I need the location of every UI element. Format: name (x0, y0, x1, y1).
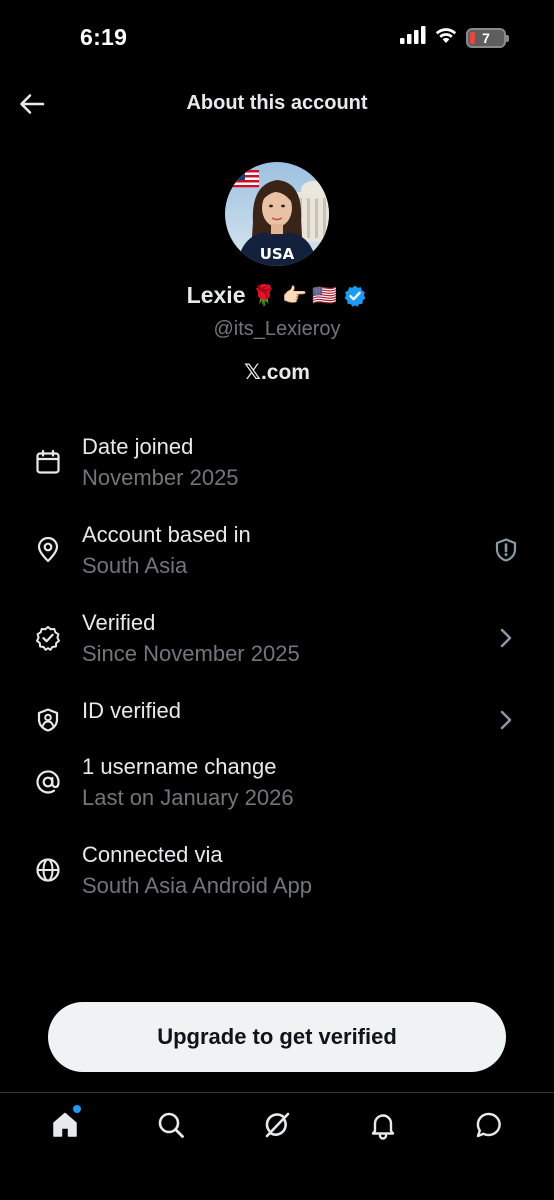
wifi-icon (434, 26, 458, 49)
shield-alert-icon[interactable] (492, 536, 520, 564)
nav-search[interactable] (141, 1093, 201, 1157)
verified-badge-outline-icon (34, 624, 62, 652)
chevron-right-icon (492, 624, 520, 652)
nav-home[interactable] (35, 1093, 95, 1157)
verified-value: Since November 2025 (82, 641, 300, 666)
battery-icon: 7 (466, 27, 509, 48)
nav-notifications[interactable] (353, 1093, 413, 1157)
verified-row[interactable]: Verified Since November 2025 (0, 606, 554, 694)
location-pin-icon (34, 536, 62, 564)
battery-level: 7 (482, 29, 490, 46)
chevron-right-icon (492, 706, 520, 734)
name-emojis: 🌹 👉🏻 🇺🇸 (251, 285, 338, 307)
date-joined-value: November 2025 (82, 465, 239, 490)
page-title: About this account (186, 92, 368, 114)
account-based-row: Account based in South Asia (0, 518, 554, 606)
at-sign-icon (34, 768, 62, 796)
handle: @its_Lexieroy (213, 318, 341, 340)
profile-avatar[interactable]: USA (225, 162, 329, 266)
status-icons: 7 (400, 26, 509, 49)
connected-via-value: South Asia Android App (82, 873, 312, 898)
bottom-nav (0, 1092, 554, 1200)
notifications-icon (371, 1114, 395, 1140)
cellular-signal-icon (400, 26, 426, 49)
id-verified-row[interactable]: ID verified (0, 694, 554, 750)
date-joined-label: Date joined (82, 434, 194, 459)
id-shield-icon (34, 706, 62, 734)
nav-messages[interactable] (459, 1093, 519, 1157)
notification-dot (73, 1105, 81, 1113)
connected-via-row: Connected via South Asia Android App (0, 838, 554, 926)
domain: 𝕏.com (244, 361, 310, 384)
calendar-icon (34, 448, 62, 476)
upgrade-button[interactable]: Upgrade to get verified (48, 1002, 506, 1072)
verified-label: Verified (82, 610, 156, 635)
username-change-row: 1 username change Last on January 2026 (0, 750, 554, 838)
status-bar: 6:19 7 (0, 0, 554, 76)
globe-icon (34, 856, 62, 884)
display-name: Lexie (186, 282, 246, 308)
username-change-value: Last on January 2026 (82, 785, 294, 810)
grok-icon (265, 1112, 290, 1138)
svg-text:USA: USA (260, 245, 295, 263)
header: About this account (0, 76, 554, 134)
verified-badge-icon[interactable] (343, 284, 367, 308)
nav-grok[interactable] (247, 1093, 307, 1157)
home-icon (53, 1112, 77, 1137)
username-change-label: 1 username change (82, 754, 277, 779)
name-row: Lexie 🌹 👉🏻 🇺🇸 (0, 282, 554, 309)
connected-via-label: Connected via (82, 842, 223, 867)
search-icon (158, 1112, 184, 1138)
messages-icon (476, 1112, 501, 1138)
date-joined-row: Date joined November 2025 (0, 430, 554, 518)
id-verified-label: ID verified (82, 698, 182, 723)
status-time: 6:19 (80, 24, 128, 50)
account-info-list: Date joined November 2025 Account based … (0, 430, 554, 926)
account-based-label: Account based in (82, 522, 251, 547)
account-based-value: South Asia (82, 553, 188, 578)
